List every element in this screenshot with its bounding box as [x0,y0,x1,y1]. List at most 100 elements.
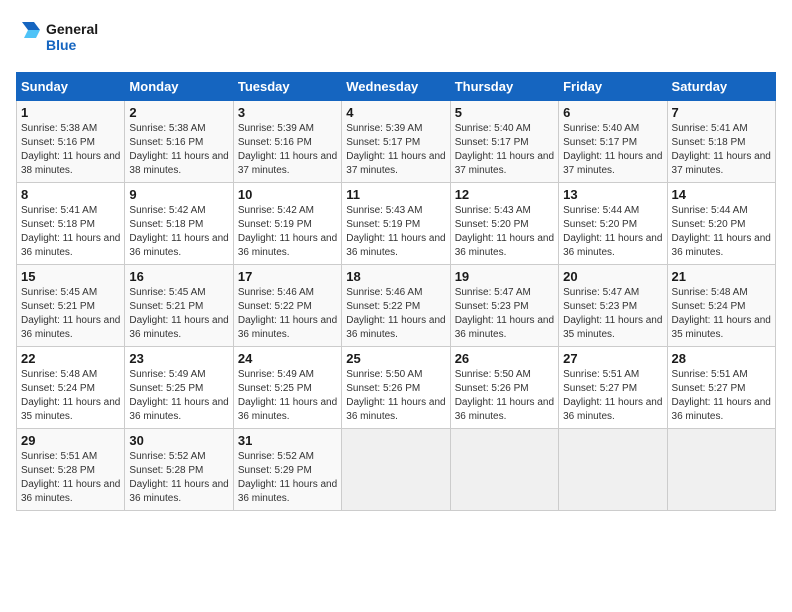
calendar-cell: 28 Sunrise: 5:51 AM Sunset: 5:27 PM Dayl… [667,347,775,429]
day-number: 3 [238,105,337,120]
day-info: Sunrise: 5:42 AM Sunset: 5:19 PM Dayligh… [238,204,337,260]
calendar-week-1: 1 Sunrise: 5:38 AM Sunset: 5:16 PM Dayli… [17,101,776,183]
days-header-row: SundayMondayTuesdayWednesdayThursdayFrid… [17,73,776,101]
day-number: 6 [563,105,662,120]
day-info: Sunrise: 5:47 AM Sunset: 5:23 PM Dayligh… [455,286,554,342]
calendar-cell: 11 Sunrise: 5:43 AM Sunset: 5:19 PM Dayl… [342,183,450,265]
day-info: Sunrise: 5:42 AM Sunset: 5:18 PM Dayligh… [129,204,228,260]
day-header-sunday: Sunday [17,73,125,101]
calendar-week-3: 15 Sunrise: 5:45 AM Sunset: 5:21 PM Dayl… [17,265,776,347]
day-info: Sunrise: 5:43 AM Sunset: 5:19 PM Dayligh… [346,204,445,260]
day-info: Sunrise: 5:41 AM Sunset: 5:18 PM Dayligh… [672,122,771,178]
day-info: Sunrise: 5:50 AM Sunset: 5:26 PM Dayligh… [346,368,445,424]
calendar-cell: 30 Sunrise: 5:52 AM Sunset: 5:28 PM Dayl… [125,429,233,511]
day-info: Sunrise: 5:47 AM Sunset: 5:23 PM Dayligh… [563,286,662,342]
calendar-cell: 8 Sunrise: 5:41 AM Sunset: 5:18 PM Dayli… [17,183,125,265]
day-info: Sunrise: 5:41 AM Sunset: 5:18 PM Dayligh… [21,204,120,260]
calendar-cell: 3 Sunrise: 5:39 AM Sunset: 5:16 PM Dayli… [233,101,341,183]
day-number: 26 [455,351,554,366]
day-info: Sunrise: 5:52 AM Sunset: 5:28 PM Dayligh… [129,450,228,506]
day-info: Sunrise: 5:40 AM Sunset: 5:17 PM Dayligh… [563,122,662,178]
day-info: Sunrise: 5:48 AM Sunset: 5:24 PM Dayligh… [672,286,771,342]
day-number: 11 [346,187,445,202]
day-number: 16 [129,269,228,284]
logo: General Blue [16,16,126,60]
day-info: Sunrise: 5:49 AM Sunset: 5:25 PM Dayligh… [129,368,228,424]
calendar-cell: 15 Sunrise: 5:45 AM Sunset: 5:21 PM Dayl… [17,265,125,347]
calendar-cell: 6 Sunrise: 5:40 AM Sunset: 5:17 PM Dayli… [559,101,667,183]
calendar-cell: 19 Sunrise: 5:47 AM Sunset: 5:23 PM Dayl… [450,265,558,347]
logo-container: General Blue [16,16,126,60]
day-number: 30 [129,433,228,448]
calendar-cell: 7 Sunrise: 5:41 AM Sunset: 5:18 PM Dayli… [667,101,775,183]
calendar-week-4: 22 Sunrise: 5:48 AM Sunset: 5:24 PM Dayl… [17,347,776,429]
day-info: Sunrise: 5:45 AM Sunset: 5:21 PM Dayligh… [129,286,228,342]
day-number: 8 [21,187,120,202]
logo-svg: General Blue [16,16,126,60]
day-number: 23 [129,351,228,366]
day-header-tuesday: Tuesday [233,73,341,101]
calendar-week-2: 8 Sunrise: 5:41 AM Sunset: 5:18 PM Dayli… [17,183,776,265]
day-number: 5 [455,105,554,120]
day-number: 28 [672,351,771,366]
calendar-cell: 17 Sunrise: 5:46 AM Sunset: 5:22 PM Dayl… [233,265,341,347]
day-number: 20 [563,269,662,284]
day-number: 12 [455,187,554,202]
day-info: Sunrise: 5:48 AM Sunset: 5:24 PM Dayligh… [21,368,120,424]
calendar-cell [559,429,667,511]
day-number: 13 [563,187,662,202]
day-info: Sunrise: 5:44 AM Sunset: 5:20 PM Dayligh… [672,204,771,260]
day-number: 15 [21,269,120,284]
day-number: 22 [21,351,120,366]
calendar-cell: 4 Sunrise: 5:39 AM Sunset: 5:17 PM Dayli… [342,101,450,183]
day-info: Sunrise: 5:46 AM Sunset: 5:22 PM Dayligh… [238,286,337,342]
day-info: Sunrise: 5:49 AM Sunset: 5:25 PM Dayligh… [238,368,337,424]
calendar-cell [450,429,558,511]
day-info: Sunrise: 5:51 AM Sunset: 5:28 PM Dayligh… [21,450,120,506]
calendar-table: SundayMondayTuesdayWednesdayThursdayFrid… [16,72,776,511]
day-number: 2 [129,105,228,120]
calendar-cell: 1 Sunrise: 5:38 AM Sunset: 5:16 PM Dayli… [17,101,125,183]
calendar-cell: 27 Sunrise: 5:51 AM Sunset: 5:27 PM Dayl… [559,347,667,429]
day-number: 27 [563,351,662,366]
day-number: 29 [21,433,120,448]
day-info: Sunrise: 5:43 AM Sunset: 5:20 PM Dayligh… [455,204,554,260]
calendar-cell: 18 Sunrise: 5:46 AM Sunset: 5:22 PM Dayl… [342,265,450,347]
day-info: Sunrise: 5:51 AM Sunset: 5:27 PM Dayligh… [672,368,771,424]
day-info: Sunrise: 5:38 AM Sunset: 5:16 PM Dayligh… [129,122,228,178]
day-number: 24 [238,351,337,366]
calendar-cell: 24 Sunrise: 5:49 AM Sunset: 5:25 PM Dayl… [233,347,341,429]
calendar-cell: 22 Sunrise: 5:48 AM Sunset: 5:24 PM Dayl… [17,347,125,429]
svg-text:General: General [46,21,98,37]
calendar-cell: 29 Sunrise: 5:51 AM Sunset: 5:28 PM Dayl… [17,429,125,511]
calendar-cell: 16 Sunrise: 5:45 AM Sunset: 5:21 PM Dayl… [125,265,233,347]
svg-text:Blue: Blue [46,37,77,53]
calendar-cell: 23 Sunrise: 5:49 AM Sunset: 5:25 PM Dayl… [125,347,233,429]
day-header-saturday: Saturday [667,73,775,101]
calendar-cell: 31 Sunrise: 5:52 AM Sunset: 5:29 PM Dayl… [233,429,341,511]
day-number: 21 [672,269,771,284]
day-number: 10 [238,187,337,202]
calendar-cell: 9 Sunrise: 5:42 AM Sunset: 5:18 PM Dayli… [125,183,233,265]
day-number: 17 [238,269,337,284]
day-info: Sunrise: 5:39 AM Sunset: 5:16 PM Dayligh… [238,122,337,178]
day-number: 19 [455,269,554,284]
day-number: 7 [672,105,771,120]
calendar-cell: 13 Sunrise: 5:44 AM Sunset: 5:20 PM Dayl… [559,183,667,265]
calendar-cell: 20 Sunrise: 5:47 AM Sunset: 5:23 PM Dayl… [559,265,667,347]
calendar-cell: 12 Sunrise: 5:43 AM Sunset: 5:20 PM Dayl… [450,183,558,265]
day-number: 31 [238,433,337,448]
day-info: Sunrise: 5:52 AM Sunset: 5:29 PM Dayligh… [238,450,337,506]
day-info: Sunrise: 5:39 AM Sunset: 5:17 PM Dayligh… [346,122,445,178]
day-info: Sunrise: 5:38 AM Sunset: 5:16 PM Dayligh… [21,122,120,178]
day-number: 4 [346,105,445,120]
day-header-thursday: Thursday [450,73,558,101]
day-info: Sunrise: 5:44 AM Sunset: 5:20 PM Dayligh… [563,204,662,260]
day-number: 1 [21,105,120,120]
day-info: Sunrise: 5:51 AM Sunset: 5:27 PM Dayligh… [563,368,662,424]
calendar-cell: 10 Sunrise: 5:42 AM Sunset: 5:19 PM Dayl… [233,183,341,265]
day-info: Sunrise: 5:46 AM Sunset: 5:22 PM Dayligh… [346,286,445,342]
calendar-cell: 21 Sunrise: 5:48 AM Sunset: 5:24 PM Dayl… [667,265,775,347]
day-info: Sunrise: 5:50 AM Sunset: 5:26 PM Dayligh… [455,368,554,424]
calendar-week-5: 29 Sunrise: 5:51 AM Sunset: 5:28 PM Dayl… [17,429,776,511]
